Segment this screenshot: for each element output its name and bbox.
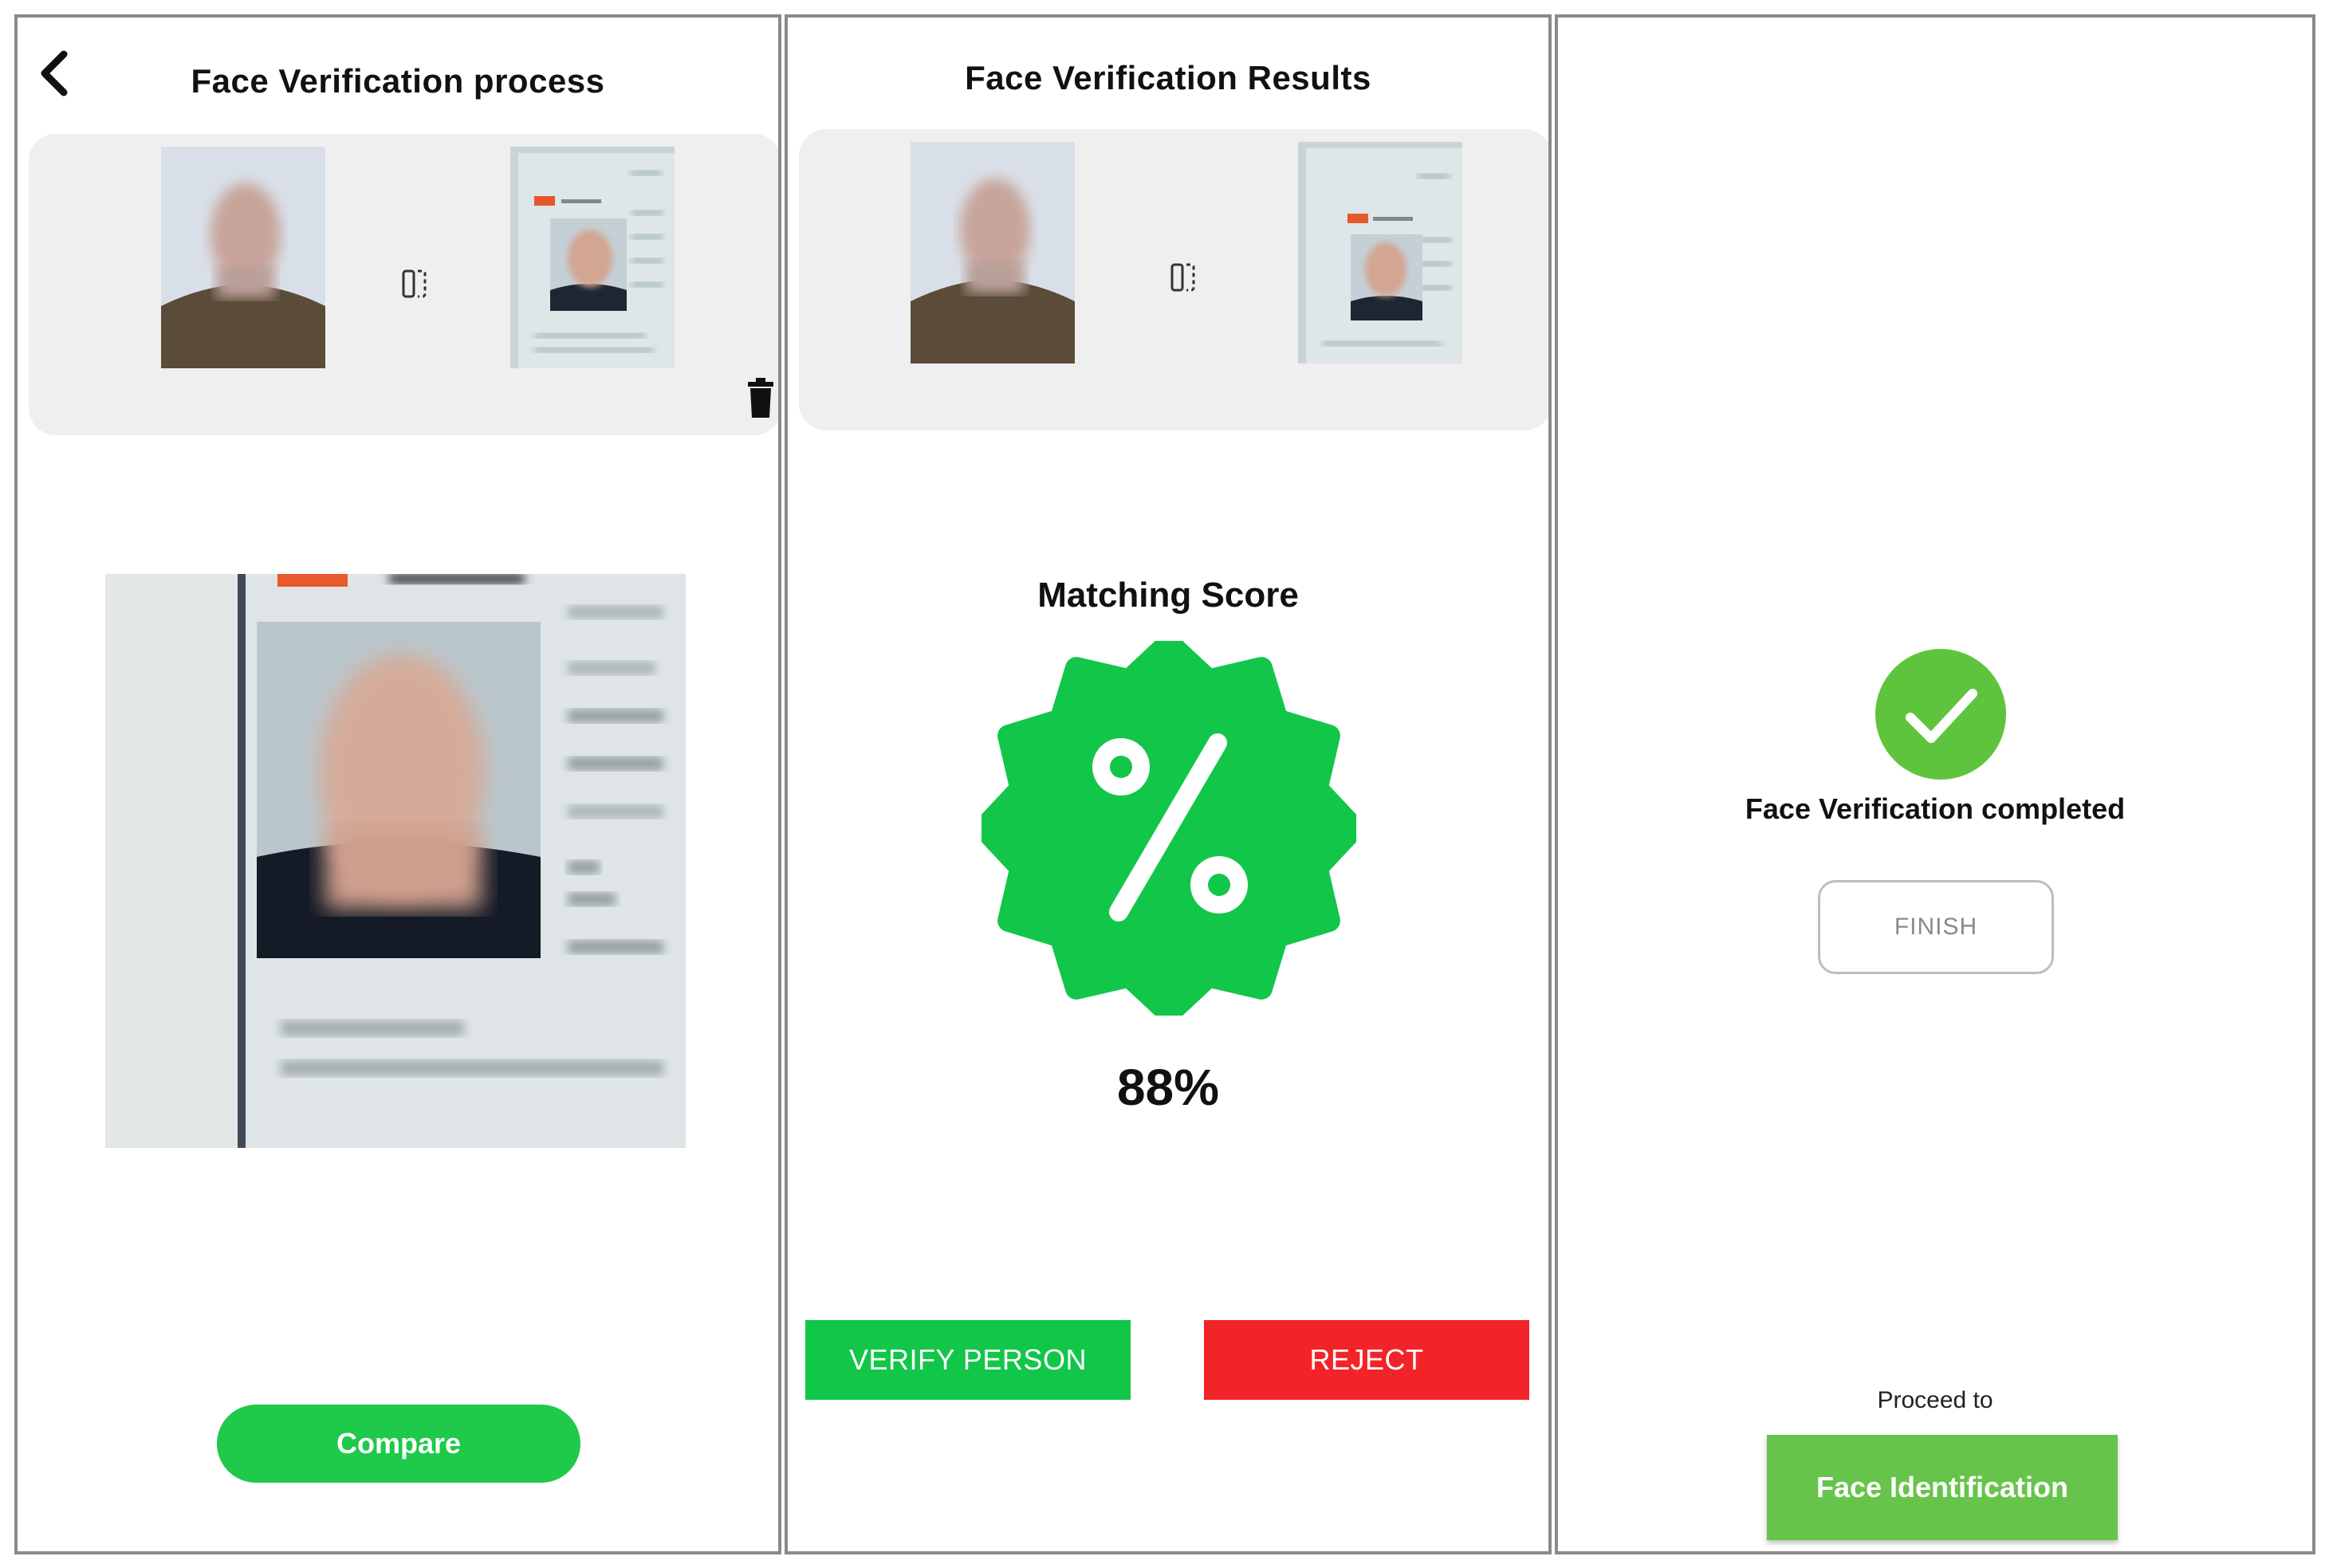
face-verification-process-screen: Face Verification process Compare [14,14,781,1554]
swap-icon[interactable] [399,266,431,301]
camera-preview [105,574,686,1148]
page-title: Face Verification Results [965,59,1371,96]
check-circle-icon [1874,647,2008,781]
trash-icon [748,378,773,418]
completion-message: Face Verification completed [1745,792,2126,825]
document-image [1298,142,1462,364]
image-comparison-bar [29,134,778,435]
finish-button[interactable]: FINISH [1818,880,2054,974]
face-verification-results-screen: Face Verification Results Matching Score… [785,14,1552,1554]
reject-button[interactable]: REJECT [1204,1320,1529,1400]
verification-completed-screen: Face Verification completed FINISH Proce… [1555,14,2315,1554]
compare-button[interactable]: Compare [217,1405,580,1483]
swap-icon [1167,260,1199,295]
face-identification-button[interactable]: Face Identification [1767,1435,2118,1540]
matching-score-label: Matching Score [1037,576,1299,615]
document-image[interactable] [510,147,675,368]
delete-button[interactable] [746,378,775,419]
proceed-to-label: Proceed to [1877,1387,1993,1413]
selfie-image[interactable] [161,147,325,368]
verify-person-button[interactable]: VERIFY PERSON [805,1320,1131,1400]
image-comparison-bar [799,129,1548,430]
percent-badge-icon [973,632,1365,1024]
selfie-image [911,142,1075,364]
page-title: Face Verification process [191,62,605,100]
matching-score-value: 88% [1116,1059,1220,1116]
